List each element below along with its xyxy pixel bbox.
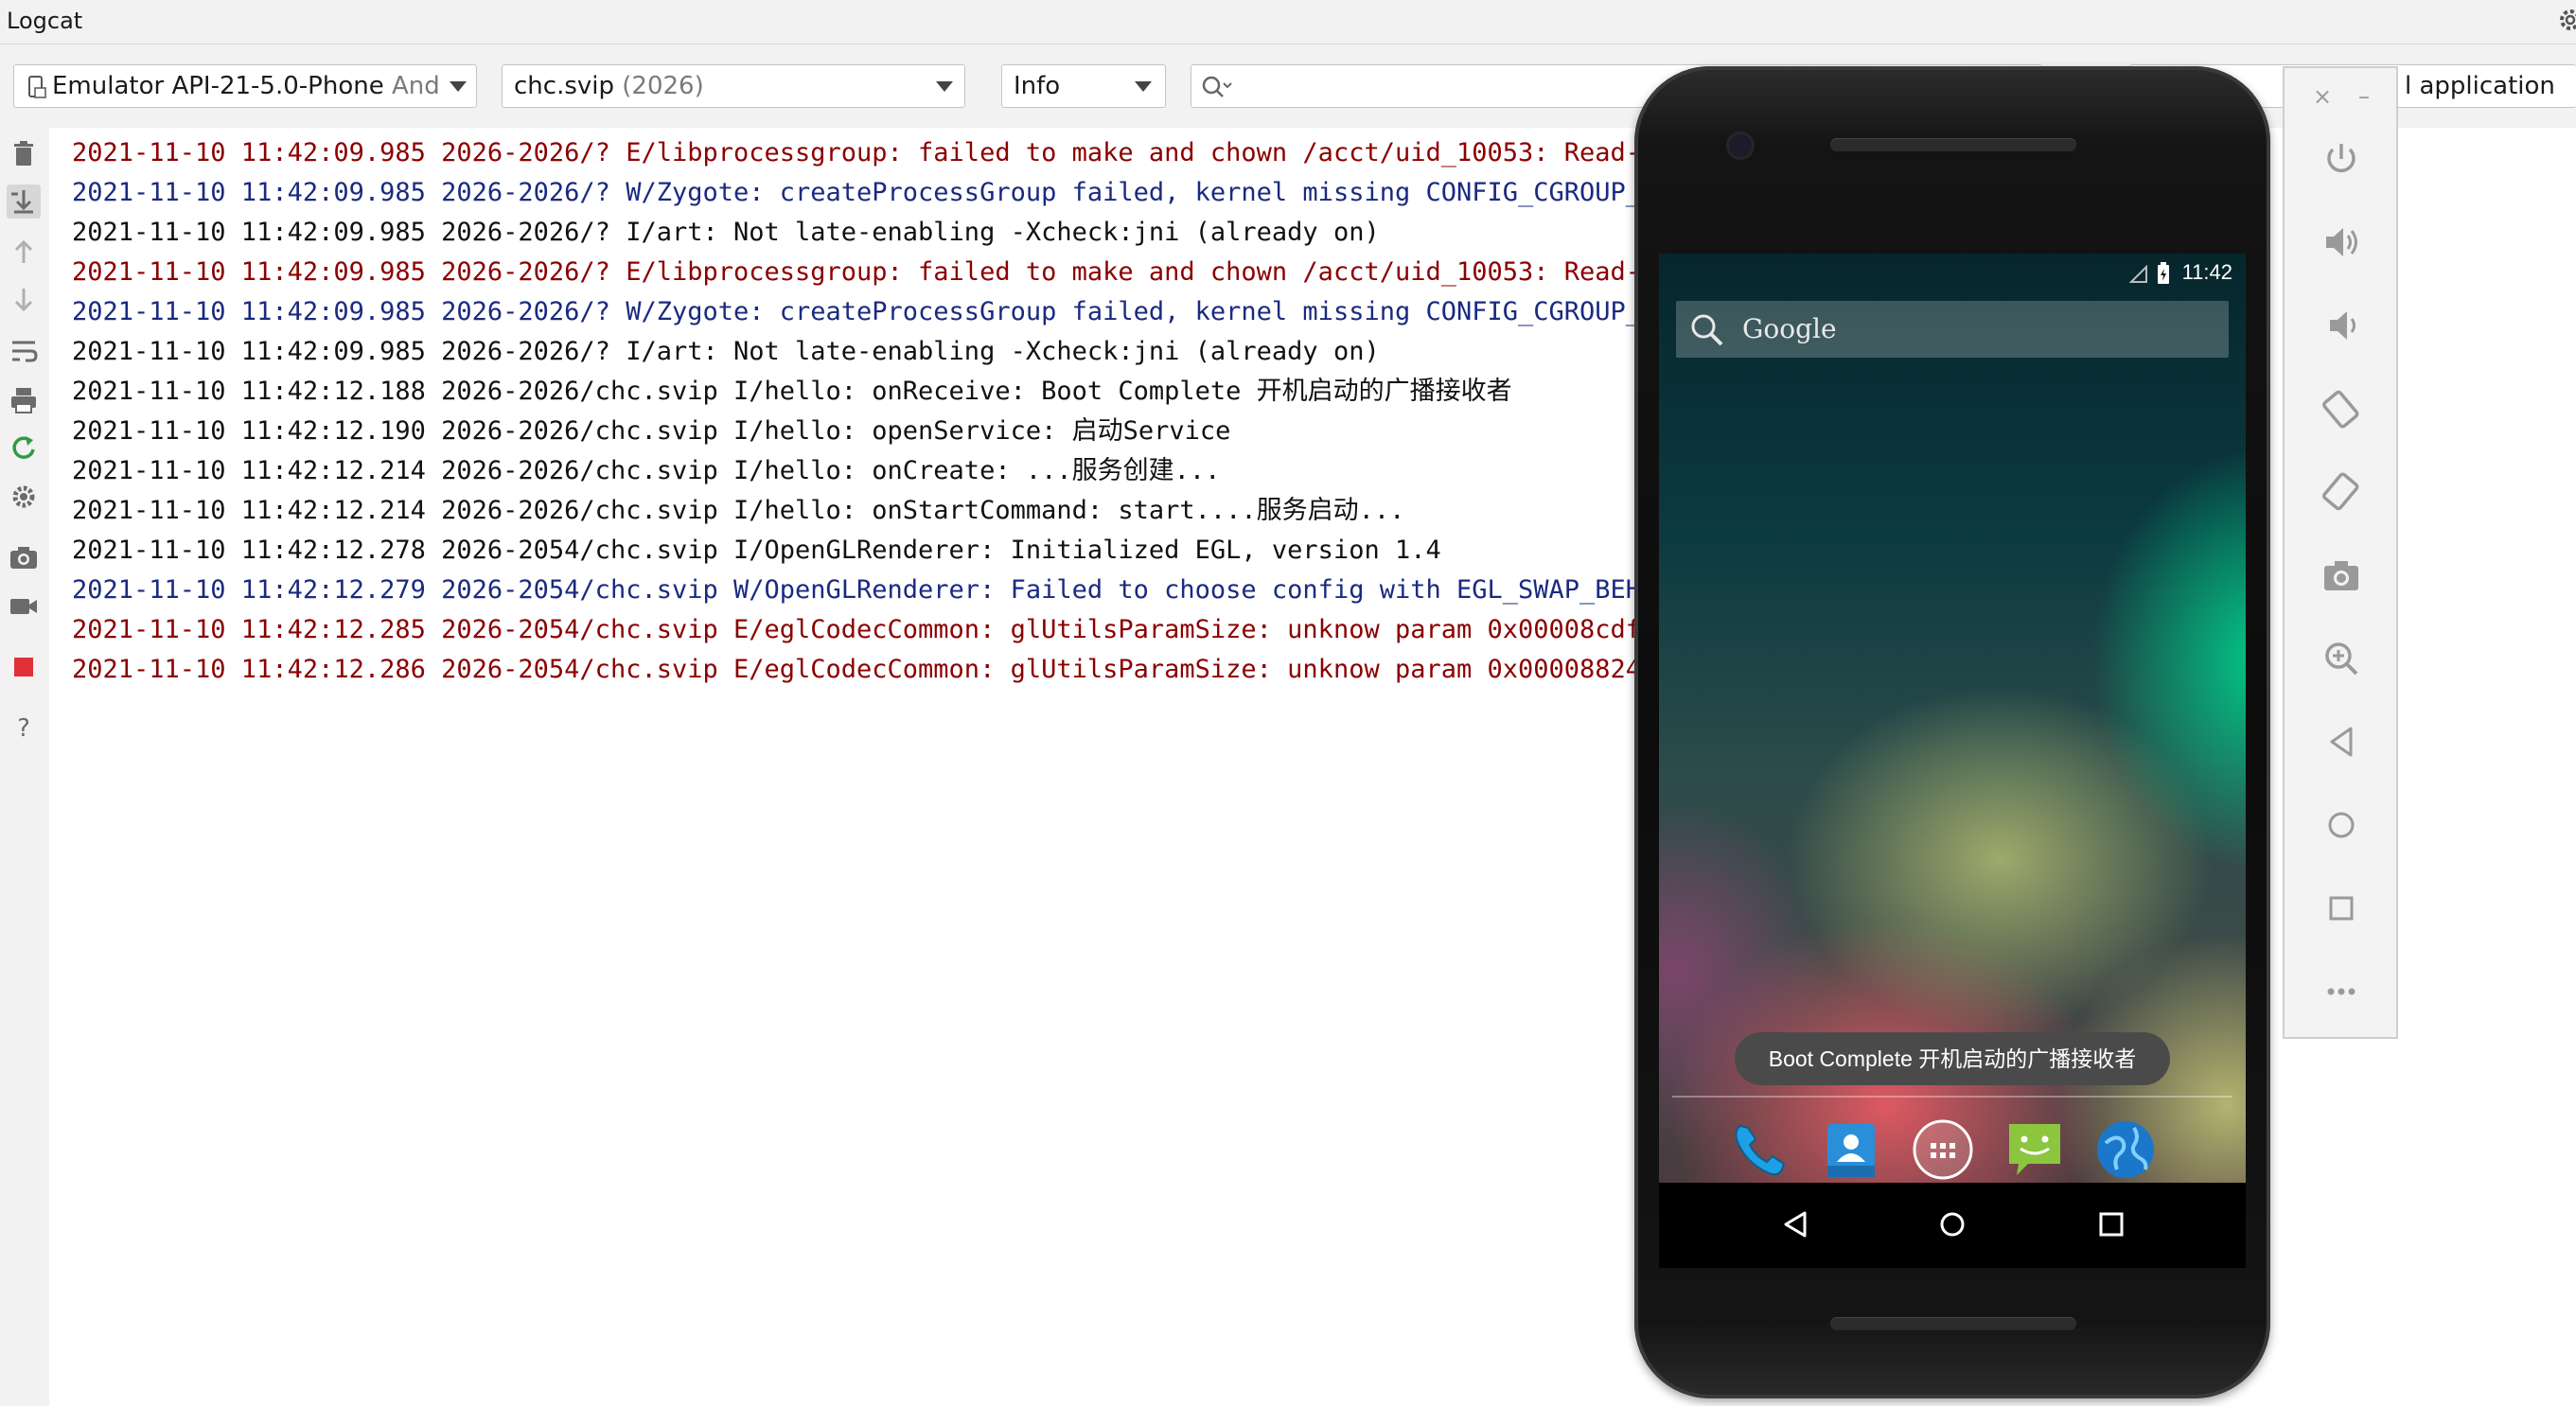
zoom-icon[interactable]: [2319, 636, 2364, 681]
process-name: chc.svip: [514, 72, 614, 100]
emulator-screen[interactable]: 11:42 Google Boot Complete 开机启动的广播接收者: [1659, 254, 2246, 1183]
emulator-device-frame: 11:42 Google Boot Complete 开机启动的广播接收者: [1634, 66, 2270, 1398]
minimize-icon[interactable]: –: [2358, 83, 2370, 110]
chevron-down-icon: [450, 81, 467, 92]
home-dock: [1659, 1105, 2246, 1183]
scroll-to-end-icon[interactable]: [7, 185, 41, 219]
power-icon[interactable]: [2319, 136, 2364, 182]
log-line: 2021-11-10 11:42:09.985 2026-2026/? W/Zy…: [72, 297, 1657, 326]
volume-down-icon[interactable]: [2319, 303, 2364, 348]
up-arrow-icon[interactable]: [7, 235, 41, 269]
log-line: 2021-11-10 11:42:12.278 2026-2054/chc.sv…: [72, 536, 1441, 565]
overview-icon[interactable]: [2092, 1205, 2130, 1243]
log-line: 2021-11-10 11:42:09.985 2026-2026/? E/li…: [72, 138, 1657, 167]
log-line: 2021-11-10 11:42:12.214 2026-2026/chc.sv…: [72, 456, 1221, 485]
tool-window-title: Logcat: [7, 8, 83, 34]
print-icon[interactable]: [7, 383, 41, 417]
log-line: 2021-11-10 11:42:09.985 2026-2026/? W/Zy…: [72, 178, 1657, 207]
svg-text:?: ?: [17, 714, 30, 743]
earpiece-speaker: [1830, 138, 2076, 151]
screen-record-icon[interactable]: [7, 589, 41, 624]
battery-icon: [2158, 262, 2169, 284]
down-arrow-icon[interactable]: [7, 283, 41, 317]
signal-icon: [2129, 265, 2147, 283]
home-icon[interactable]: [2319, 802, 2364, 848]
back-icon[interactable]: [1776, 1205, 1814, 1243]
process-pid: (2026): [622, 72, 704, 100]
camera-icon[interactable]: [2319, 553, 2364, 598]
status-bar-time: 11:42: [2181, 260, 2232, 284]
device-selector[interactable]: Emulator API-21-5.0-Phone And: [13, 64, 477, 108]
logcat-action-bar: ?: [0, 128, 47, 1406]
google-search-brand: Google: [1742, 313, 1837, 344]
search-icon: [1202, 76, 1232, 97]
log-line: 2021-11-10 11:42:09.985 2026-2026/? I/ar…: [72, 337, 1380, 366]
log-line: 2021-11-10 11:42:12.279 2026-2054/chc.sv…: [72, 575, 1657, 605]
front-camera: [1729, 134, 1752, 157]
filter-configuration-label: l application: [2405, 72, 2555, 100]
search-icon: [1691, 314, 1723, 346]
more-icon[interactable]: [2319, 969, 2364, 1014]
log-line: 2021-11-10 11:42:12.214 2026-2026/chc.sv…: [72, 496, 1405, 525]
contacts-app-icon[interactable]: [1818, 1116, 1884, 1183]
log-line: 2021-11-10 11:42:12.285 2026-2054/chc.sv…: [72, 615, 1642, 644]
rotate-left-icon[interactable]: [2319, 386, 2364, 431]
gear-icon[interactable]: [2555, 6, 2576, 34]
all-apps-icon[interactable]: [1910, 1116, 1976, 1183]
log-level-selector[interactable]: Info: [1001, 64, 1166, 108]
back-icon[interactable]: [2319, 719, 2364, 765]
screenshot-icon[interactable]: [7, 541, 41, 575]
toast-message: Boot Complete 开机启动的广播接收者: [1735, 1032, 2170, 1085]
rotate-right-icon[interactable]: [2319, 469, 2364, 515]
soft-wrap-icon[interactable]: [7, 334, 41, 368]
emulator-controls-panel: × –: [2283, 66, 2398, 1039]
restart-icon[interactable]: [7, 431, 41, 465]
phone-app-icon[interactable]: [1727, 1116, 1793, 1183]
chevron-down-icon: [936, 81, 953, 92]
trash-icon[interactable]: [7, 137, 41, 171]
process-selector[interactable]: chc.svip (2026): [502, 64, 965, 108]
google-search-widget[interactable]: Google: [1676, 301, 2229, 358]
messaging-app-icon[interactable]: [2002, 1116, 2068, 1183]
dock-divider: [1672, 1096, 2232, 1098]
browser-app-icon[interactable]: [2092, 1116, 2159, 1183]
log-line: 2021-11-10 11:42:12.188 2026-2026/chc.sv…: [72, 377, 1512, 406]
chevron-down-icon: [1135, 81, 1152, 92]
device-label: Emulator API-21-5.0-Phone: [52, 72, 384, 100]
settings-icon[interactable]: [7, 480, 41, 514]
device-icon: [28, 76, 46, 98]
log-line: 2021-11-10 11:42:09.985 2026-2026/? E/li…: [72, 257, 1657, 287]
tool-window-title-bar: Logcat: [0, 0, 2576, 44]
stop-icon[interactable]: [7, 650, 41, 684]
log-level-value: Info: [1014, 72, 1061, 100]
help-icon[interactable]: ?: [7, 711, 41, 745]
overview-icon[interactable]: [2319, 886, 2364, 931]
device-suffix: And: [391, 72, 440, 100]
bottom-speaker: [1830, 1317, 2076, 1330]
log-line: 2021-11-10 11:42:12.286 2026-2054/chc.sv…: [72, 655, 1642, 684]
log-line: 2021-11-10 11:42:09.985 2026-2026/? I/ar…: [72, 218, 1380, 247]
android-status-bar: 11:42: [1659, 254, 2246, 295]
volume-up-icon[interactable]: [2319, 220, 2364, 265]
android-navigation-bar: [1659, 1183, 2246, 1268]
home-icon[interactable]: [1933, 1205, 1971, 1243]
log-line: 2021-11-10 11:42:12.190 2026-2026/chc.sv…: [72, 416, 1231, 446]
close-icon[interactable]: ×: [2313, 83, 2332, 110]
